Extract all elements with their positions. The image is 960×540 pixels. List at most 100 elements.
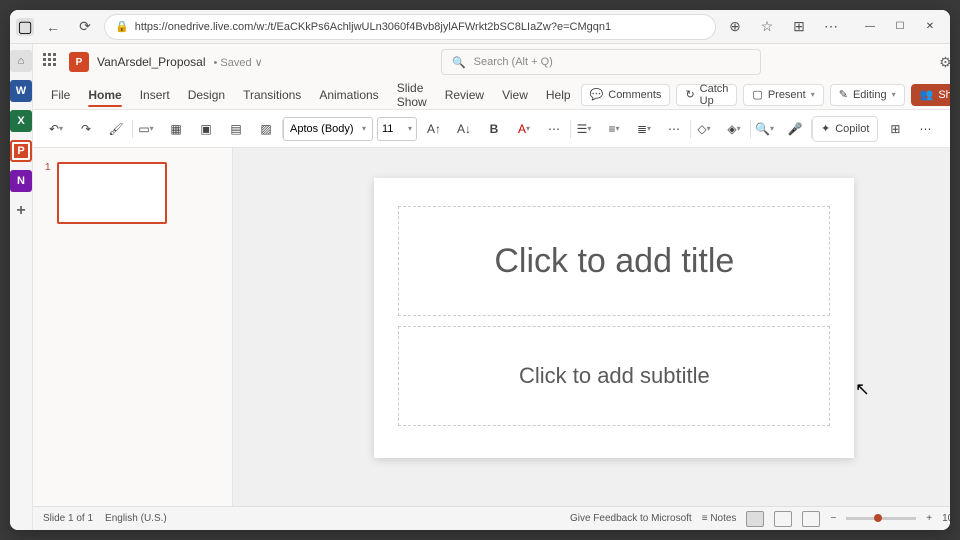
more-icon[interactable]: ⋯ (818, 14, 844, 40)
present-button[interactable]: ▢Present▾ (743, 84, 823, 106)
app-rail: ⌂ W X P N + (10, 44, 33, 530)
ribbon-toolbar: ↶▾ ↷ 🖌 ▭▾ ▦ ▣ ▤ ▨ Aptos (Body)▾ 11▾ A↑ A… (33, 110, 950, 148)
catchup-button[interactable]: ↻Catch Up (676, 84, 737, 106)
search-icon: 🔍 (452, 56, 466, 69)
refresh-button[interactable]: ⟳ (72, 14, 98, 40)
slide-canvas-area[interactable]: Click to add title Click to add subtitle (233, 148, 950, 506)
zoom-level[interactable]: 100% (942, 513, 950, 524)
copilot-icon: ✦ (821, 122, 830, 135)
save-status[interactable]: • Saved ∨ (214, 56, 263, 69)
back-button[interactable]: ← (40, 14, 66, 40)
tab-slideshow[interactable]: Slide Show (389, 77, 435, 113)
rail-powerpoint-icon[interactable]: P (10, 140, 32, 162)
more-paragraph-button[interactable]: ⋯ (661, 116, 687, 142)
chevron-down-icon: ▾ (892, 90, 896, 99)
slide-thumbnail-1[interactable] (57, 162, 167, 224)
rail-excel-icon[interactable]: X (10, 110, 32, 132)
minimize-button[interactable]: ― (856, 14, 884, 40)
ribbon-tabs: File Home Insert Design Transitions Anim… (33, 80, 950, 110)
layout-button[interactable]: ▦ (163, 116, 189, 142)
pencil-icon: ✎ (839, 88, 848, 101)
normal-view-button[interactable] (746, 511, 764, 527)
lock-icon: 🔒 (115, 20, 129, 33)
comments-button[interactable]: 💬Comments (581, 84, 671, 106)
section-button[interactable]: ▤ (223, 116, 249, 142)
status-bar: Slide 1 of 1 English (U.S.) Give Feedbac… (33, 506, 950, 530)
tab-help[interactable]: Help (538, 84, 579, 106)
tab-animations[interactable]: Animations (311, 84, 386, 106)
powerpoint-logo: P (69, 52, 89, 72)
search-input[interactable]: 🔍 Search (Alt + Q) (441, 49, 761, 75)
address-bar[interactable]: 🔒 https://onedrive.live.com/w:/t/EaCKkPs… (104, 14, 716, 40)
tab-view[interactable]: View (494, 84, 536, 106)
notes-button[interactable]: ≡ Notes (702, 513, 737, 524)
reading-view-button[interactable] (802, 511, 820, 527)
undo-button[interactable]: ↶▾ (43, 116, 69, 142)
rail-word-icon[interactable]: W (10, 80, 32, 102)
sorter-view-button[interactable] (774, 511, 792, 527)
more-font-button[interactable]: ⋯ (541, 116, 567, 142)
rail-onenote-icon[interactable]: N (10, 170, 32, 192)
picture-button[interactable]: ▨ (253, 116, 279, 142)
share-icon: 👥 (920, 88, 934, 101)
tab-review[interactable]: Review (437, 84, 492, 106)
numbering-button[interactable]: ≡▾ (601, 116, 627, 142)
decrease-font-button[interactable]: A↓ (451, 116, 477, 142)
font-color-button[interactable]: A▾ (511, 116, 537, 142)
subtitle-placeholder[interactable]: Click to add subtitle (398, 326, 830, 426)
copilot-button[interactable]: ✦Copilot (812, 116, 878, 142)
tab-file[interactable]: File (43, 84, 78, 106)
shapes-button[interactable]: ◇▾ (691, 116, 717, 142)
slide-thumbnail-panel: 1 (33, 148, 233, 506)
rail-add-icon[interactable]: + (10, 200, 32, 222)
zoom-out-button[interactable]: − (830, 513, 836, 524)
chevron-down-icon: ▾ (811, 90, 815, 99)
arrange-button[interactable]: ◈▾ (721, 116, 747, 142)
more-commands-button[interactable]: ⋯ (912, 116, 938, 142)
designer-button[interactable]: ⊞ (882, 116, 908, 142)
find-button[interactable]: 🔍▾ (751, 116, 778, 142)
share-button[interactable]: 👥Share▾ (911, 84, 950, 106)
new-slide-button[interactable]: ▭▾ (133, 116, 159, 142)
rail-home-icon[interactable]: ⌂ (10, 50, 32, 72)
tab-insert[interactable]: Insert (132, 84, 178, 106)
font-size-select[interactable]: 11▾ (377, 117, 417, 141)
dictate-button[interactable]: 🎤 (782, 116, 808, 142)
browser-toolbar: ▢ ← ⟳ 🔒 https://onedrive.live.com/w:/t/E… (10, 10, 950, 44)
font-family-select[interactable]: Aptos (Body)▾ (283, 117, 373, 141)
browser-tab-favicon[interactable]: ▢ (16, 18, 34, 36)
bullets-button[interactable]: ☰▾ (571, 116, 597, 142)
zoom-slider[interactable] (846, 517, 916, 520)
bold-button[interactable]: B (481, 116, 507, 142)
favorite-icon[interactable]: ☆ (754, 14, 780, 40)
comment-icon: 💬 (590, 88, 604, 101)
settings-icon[interactable]: ⚙ (939, 54, 950, 71)
catchup-icon: ↻ (685, 88, 694, 101)
title-placeholder[interactable]: Click to add title (398, 206, 830, 316)
editing-button[interactable]: ✎Editing▾ (830, 84, 905, 106)
zoom-in-button[interactable]: + (926, 513, 932, 524)
language-indicator[interactable]: English (U.S.) (105, 513, 167, 524)
maximize-button[interactable]: ☐ (886, 14, 914, 40)
close-button[interactable]: ✕ (916, 14, 944, 40)
align-button[interactable]: ≣▾ (631, 116, 657, 142)
url-text: https://onedrive.live.com/w:/t/EaCKkPs6A… (135, 21, 611, 33)
slide-1[interactable]: Click to add title Click to add subtitle (374, 178, 854, 458)
format-painter-button[interactable]: 🖌 (103, 116, 129, 142)
document-title[interactable]: VanArsdel_Proposal (97, 55, 206, 69)
tab-transitions[interactable]: Transitions (235, 84, 309, 106)
search-placeholder: Search (Alt + Q) (474, 56, 553, 68)
increase-font-button[interactable]: A↑ (421, 116, 447, 142)
read-aloud-icon[interactable]: ⊕ (722, 14, 748, 40)
thumbnail-number: 1 (45, 162, 51, 224)
present-icon: ▢ (752, 88, 762, 101)
reset-button[interactable]: ▣ (193, 116, 219, 142)
tab-home[interactable]: Home (80, 84, 129, 106)
app-launcher-icon[interactable] (43, 53, 61, 71)
feedback-link[interactable]: Give Feedback to Microsoft (570, 513, 692, 524)
redo-button[interactable]: ↷ (73, 116, 99, 142)
title-bar: P VanArsdel_Proposal • Saved ∨ 🔍 Search … (33, 44, 950, 80)
tab-design[interactable]: Design (180, 84, 233, 106)
collections-icon[interactable]: ⊞ (786, 14, 812, 40)
slide-counter[interactable]: Slide 1 of 1 (43, 513, 93, 524)
